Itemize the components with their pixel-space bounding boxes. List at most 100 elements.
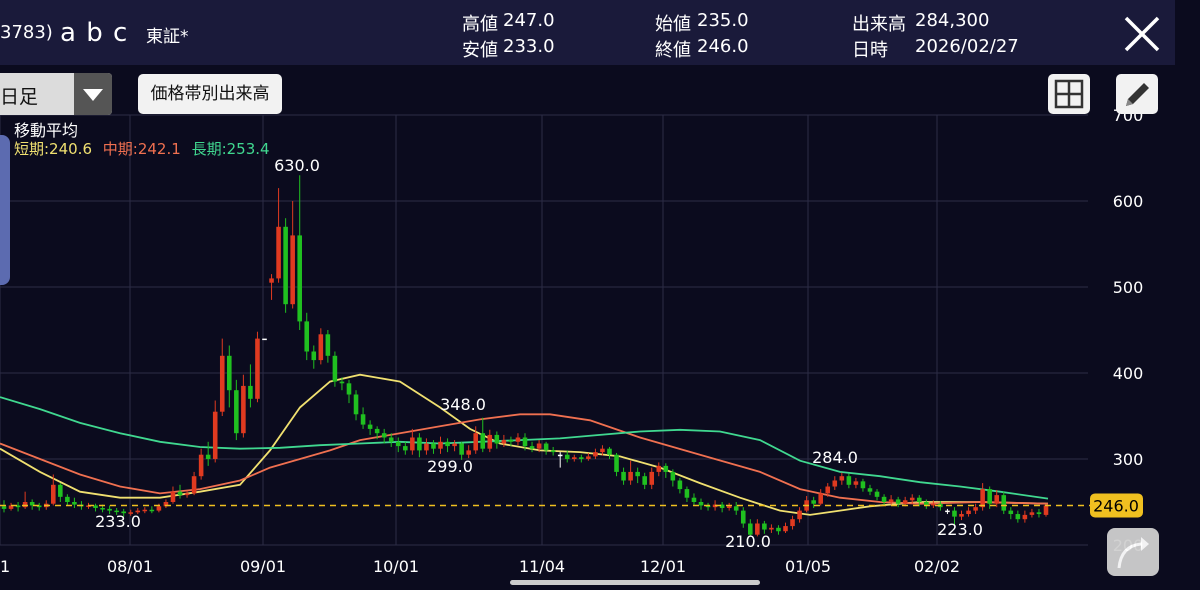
candle-body	[283, 226, 288, 305]
candle-body	[987, 489, 992, 504]
candle-body	[381, 433, 387, 438]
candle-body	[156, 506, 162, 511]
volume-value: 284,300	[915, 10, 990, 31]
grid	[0, 114, 1088, 546]
x-tick-label: 11/04	[519, 557, 565, 576]
y-tick-label: 400	[1113, 364, 1144, 383]
candle-body	[346, 383, 352, 395]
candle-body	[966, 510, 971, 515]
candle-body	[656, 465, 662, 472]
chevron-down-icon[interactable]	[74, 73, 112, 115]
candle-body	[607, 448, 612, 455]
candle-body	[550, 450, 556, 453]
candle-body	[740, 510, 746, 524]
y-tick-label: 600	[1113, 192, 1144, 211]
candle-body	[417, 437, 422, 451]
volume-label: 出来高	[852, 14, 906, 35]
candle-body	[234, 390, 239, 434]
layout-grid-button[interactable]	[1048, 74, 1090, 114]
candle-body	[480, 433, 486, 449]
candle-body	[790, 519, 795, 527]
candle-body	[952, 510, 957, 517]
candle-body	[170, 491, 176, 502]
candle-body	[184, 493, 190, 496]
candle-body	[994, 495, 1000, 504]
candle-body	[564, 454, 570, 459]
high-label: 高値	[462, 14, 498, 35]
candle-body	[691, 497, 697, 502]
low-value: 233.0	[503, 36, 555, 57]
candle-body	[909, 497, 915, 501]
candle-body	[388, 437, 394, 442]
candle-body	[733, 506, 739, 511]
candle-body	[501, 440, 507, 444]
volume-by-price-button[interactable]: 価格帯別出来高	[138, 74, 282, 114]
candle-body	[614, 454, 619, 472]
candle-body	[205, 454, 211, 459]
period-dropdown[interactable]: 日足	[0, 73, 112, 115]
candle-body	[1008, 510, 1014, 515]
candle-body	[945, 510, 950, 513]
pencil-icon	[1126, 83, 1149, 106]
candle-body	[846, 476, 852, 485]
candle-body	[684, 489, 690, 498]
candle-body	[318, 334, 324, 361]
market-label: 東証*	[146, 27, 189, 47]
candle-body	[649, 471, 655, 485]
candle-body	[916, 497, 922, 502]
candle-body	[642, 476, 647, 485]
candle-body	[459, 443, 464, 455]
candle-body	[241, 385, 246, 434]
candle-body	[959, 514, 964, 517]
candle-body	[839, 476, 845, 481]
candle-body	[832, 480, 838, 487]
candle-body	[487, 434, 493, 449]
close-icon[interactable]	[1120, 12, 1164, 56]
high-value: 247.0	[503, 10, 555, 31]
date-value: 2026/02/27	[915, 36, 1019, 57]
candle-body	[227, 355, 232, 391]
candle-body	[1001, 495, 1007, 511]
annotation-label: 284.0	[812, 448, 858, 467]
candle-body	[452, 443, 457, 447]
candle-body	[360, 414, 366, 425]
candle-body	[304, 321, 310, 352]
candle-body	[311, 351, 317, 361]
candle-body	[142, 509, 148, 512]
candle-body	[149, 509, 155, 512]
candle-body	[445, 441, 450, 447]
rotate-button[interactable]	[1107, 528, 1159, 576]
annotation-label: 233.0	[95, 512, 141, 531]
legend-long: 長期:253.4	[191, 140, 270, 158]
candle-body	[438, 441, 443, 449]
side-panel-tab[interactable]	[0, 135, 10, 285]
x-tick-label: 08/01	[107, 557, 153, 576]
candle-body	[621, 471, 626, 481]
home-indicator	[510, 580, 760, 585]
candle-body	[58, 484, 63, 497]
candle-body	[579, 457, 584, 459]
open-value: 235.0	[697, 10, 749, 31]
candle-body	[424, 443, 429, 451]
candle-body	[853, 481, 859, 485]
candle-body	[1022, 514, 1028, 520]
current-price-label: 246.0	[1093, 496, 1139, 515]
draw-button[interactable]	[1116, 74, 1158, 114]
candle-body	[403, 446, 408, 451]
candle-body	[762, 523, 767, 530]
candle-body	[543, 443, 549, 451]
stock-code: 3783)	[0, 22, 53, 43]
candle-body	[72, 502, 77, 505]
candle-body	[290, 235, 295, 305]
candle-body	[881, 496, 887, 502]
candle-body	[874, 491, 880, 497]
date-label: 日時	[852, 40, 888, 61]
candle-body	[628, 471, 633, 481]
annotation-label: 299.0	[427, 457, 473, 476]
x-tick-label: 09/01	[240, 557, 286, 576]
price-annotations: 630.0 233.0 348.0 299.0 284.0 210.0 223.0	[95, 156, 983, 551]
low-label: 安値	[462, 40, 498, 61]
close-value: 246.0	[697, 36, 749, 57]
legend-mid: 中期:242.1	[102, 140, 181, 158]
candle-body	[522, 437, 528, 447]
